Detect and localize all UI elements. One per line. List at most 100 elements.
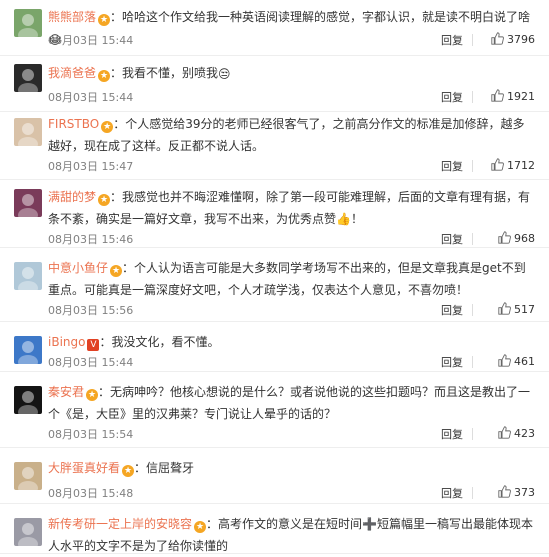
avatar[interactable] (14, 518, 42, 546)
thumbs-up-icon (498, 485, 511, 498)
timestamp: 08月03日 15:56 (48, 304, 134, 317)
timestamp: 08月03日 15:44 (48, 34, 134, 47)
like-button[interactable]: 3796 (491, 32, 535, 46)
divider (472, 304, 473, 316)
username-link[interactable]: FIRSTBO (48, 117, 99, 131)
reply-button[interactable]: 回复 (441, 354, 463, 370)
vip-badge-icon: ★ (110, 265, 123, 277)
avatar[interactable] (14, 262, 42, 290)
comment-text: 我滴爸爸 ★ ：我看不懂，别喷我😒 (48, 62, 535, 85)
username-link[interactable]: iBingo (48, 335, 85, 349)
vip-badge-icon: ★ (194, 521, 207, 533)
avatar[interactable] (14, 336, 42, 364)
like-count: 373 (514, 486, 535, 499)
timestamp: 08月03日 15:54 (48, 428, 134, 441)
vip-badge-icon: ★ (101, 121, 114, 133)
comment-text: 大胖蛋真好看 ★ ：信屈聱牙 (48, 457, 535, 479)
username-link[interactable]: 秦安君 (48, 385, 84, 399)
username-link[interactable]: 中意小鱼仔 (48, 261, 108, 275)
like-count: 517 (514, 303, 535, 316)
vip-badge-icon: ★ (98, 70, 111, 82)
avatar[interactable] (14, 386, 42, 414)
colon: ： (110, 10, 123, 24)
reply-button[interactable]: 回复 (441, 231, 463, 247)
divider (472, 91, 473, 103)
comment-text: FIRSTBO ★ ：个人感觉给39分的老师已经很客气了，之前高分作文的标准是加修辞… (48, 113, 535, 157)
username-link[interactable]: 我滴爸爸 (48, 66, 96, 80)
reply-button[interactable]: 回复 (441, 89, 463, 105)
divider (472, 487, 473, 499)
timestamp: 08月03日 15:47 (48, 160, 134, 173)
like-button[interactable]: 968 (498, 231, 535, 245)
comment-text: 新传考研一定上岸的安晓容 ★ ：高考作文的意义是在短时间➕短篇幅里一稿写出最能体现本… (48, 513, 535, 557)
comment-body: 我没文化，看不懂。 (111, 335, 220, 349)
reply-button[interactable]: 回复 (441, 426, 463, 442)
divider (472, 34, 473, 46)
timestamp: 08月03日 15:44 (48, 91, 134, 104)
comment-meta: 08月03日 15:48 回复 373 (48, 485, 535, 503)
username-link[interactable]: 新传考研一定上岸的安晓容 (48, 517, 192, 531)
divider (472, 160, 473, 172)
thumbs-up-icon (498, 302, 511, 315)
colon: ： (110, 66, 123, 80)
comment-body: 哈哈这个作文给我一种英语阅读理解的感觉，字都认识，就是读不明白说了啥 (122, 10, 531, 24)
like-count: 968 (514, 232, 535, 245)
like-count: 3796 (507, 33, 535, 46)
thumbs-up-icon (498, 354, 511, 367)
comment-meta: 08月03日 15:44 回复 1921 (48, 89, 535, 107)
comment-text: 满甜的梦 ★ ：我感觉也并不晦涩难懂啊，除了第一段可能难理解，后面的文章有理有据，有… (48, 186, 535, 230)
vip-badge-icon: ★ (122, 465, 135, 477)
avatar[interactable] (14, 189, 42, 217)
like-button[interactable]: 423 (498, 426, 535, 440)
username-link[interactable]: 满甜的梦 (48, 190, 96, 204)
like-count: 1712 (507, 159, 535, 172)
vip-badge-icon: ★ (98, 14, 111, 26)
username-link[interactable]: 熊熊部落 (48, 10, 96, 24)
thumbs-up-icon (498, 231, 511, 244)
username-link[interactable]: 大胖蛋真好看 (48, 461, 120, 475)
colon: ： (98, 385, 111, 399)
divider (472, 356, 473, 368)
comment-body: 信屈聱牙 (146, 461, 195, 475)
timestamp: 08月03日 15:46 (48, 233, 134, 246)
thumbs-up-icon (498, 426, 511, 439)
reply-button[interactable]: 回复 (441, 485, 463, 501)
reply-button[interactable]: 回复 (441, 302, 463, 318)
divider (472, 233, 473, 245)
colon: ： (99, 335, 112, 349)
like-count: 423 (514, 427, 535, 440)
timestamp: 08月03日 15:44 (48, 356, 134, 369)
comment-list: 熊熊部落 ★ ：哈哈这个作文给我一种英语阅读理解的感觉，字都认识，就是读不明白说了啥… (0, 0, 549, 554)
like-button[interactable]: 461 (498, 354, 535, 368)
avatar[interactable] (14, 9, 42, 37)
comment-meta: 08月03日 15:56 回复 517 (48, 302, 535, 320)
like-button[interactable]: 1921 (491, 89, 535, 103)
comment-meta: 08月03日 15:44 回复 3796 (48, 32, 535, 50)
comment-meta: 08月03日 15:44 回复 461 (48, 354, 535, 372)
colon: ： (206, 517, 219, 531)
colon: ： (110, 190, 123, 204)
reply-button[interactable]: 回复 (441, 32, 463, 48)
comment-meta: 08月03日 15:47 回复 1712 (48, 158, 535, 176)
comment-body: 我看不懂，别喷我 (122, 66, 219, 80)
comment-text: 中意小鱼仔 ★ ：个人认为语言可能是大多数同学考场写不出来的，但是文章我真是get不… (48, 257, 535, 301)
comment-meta: 08月03日 15:46 回复 968 (48, 231, 535, 249)
like-count: 461 (514, 355, 535, 368)
like-button[interactable]: 517 (498, 302, 535, 316)
timestamp: 08月03日 15:48 (48, 487, 134, 500)
avatar[interactable] (14, 64, 42, 92)
comment-meta: 08月03日 15:54 回复 423 (48, 426, 535, 444)
divider (472, 428, 473, 440)
avatar[interactable] (14, 462, 42, 490)
avatar[interactable] (14, 118, 42, 146)
reply-button[interactable]: 回复 (441, 158, 463, 174)
like-button[interactable]: 373 (498, 485, 535, 499)
like-count: 1921 (507, 90, 535, 103)
thumbs-up-icon (491, 89, 504, 102)
vip-badge-icon: ★ (98, 194, 111, 206)
colon: ： (113, 117, 126, 131)
colon: ： (134, 461, 147, 475)
like-button[interactable]: 1712 (491, 158, 535, 172)
comment-body: 无病呻吟？他核心想说的是什么？或者说他说的这些扣题吗？而且这是教出了一个《是，大… (48, 385, 531, 421)
thumbs-up-icon (491, 32, 504, 45)
